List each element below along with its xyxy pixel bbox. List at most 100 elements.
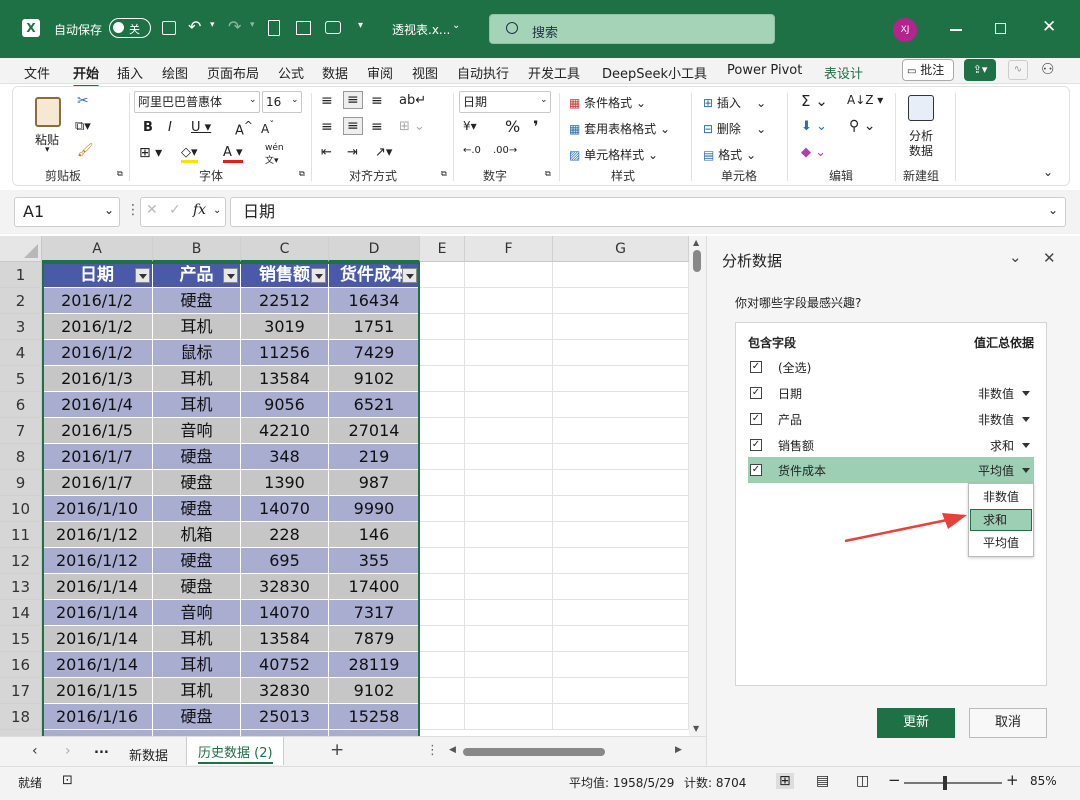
table-header-cell[interactable]: 货件成本 <box>329 262 420 288</box>
table-cell[interactable]: 40752 <box>241 652 329 678</box>
table-cell[interactable]: 2016/1/4 <box>42 392 153 418</box>
dropdown-option-average[interactable]: 平均值 <box>969 532 1033 554</box>
table-cell[interactable]: 硬盘 <box>153 444 241 470</box>
row-header[interactable]: 1 <box>0 262 42 288</box>
italic-icon[interactable]: I <box>168 120 172 135</box>
clipboard-launcher-icon[interactable]: ⧉ <box>117 169 123 179</box>
empty-cell[interactable] <box>553 548 689 574</box>
more-sheets[interactable]: ... <box>94 742 109 757</box>
row-header[interactable]: 6 <box>0 392 42 418</box>
row-header[interactable]: 8 <box>0 444 42 470</box>
save-icon[interactable] <box>162 21 176 35</box>
row-header[interactable]: 4 <box>0 340 42 366</box>
tab-formulas[interactable]: 公式 <box>278 63 304 82</box>
table-cell[interactable]: 1390 <box>241 470 329 496</box>
accessibility-icon[interactable]: ⊡ <box>62 773 73 788</box>
close-icon[interactable]: ✕ <box>1042 17 1056 37</box>
copy-icon[interactable]: ⧉▾ <box>75 119 91 134</box>
delete-cells-button[interactable]: ⊟ 删除 ⌄ <box>703 120 766 137</box>
empty-cell[interactable] <box>553 470 689 496</box>
empty-cell[interactable] <box>553 288 689 314</box>
cancel-button[interactable]: 取消 <box>969 708 1047 738</box>
empty-cell[interactable] <box>420 366 465 392</box>
field-row-shipping-cost[interactable]: ✓ 货件成本 平均值 <box>748 457 1034 483</box>
table-cell[interactable]: 14070 <box>241 600 329 626</box>
empty-cell[interactable] <box>465 496 553 522</box>
align-bottom-icon[interactable]: ≡ <box>371 93 383 109</box>
table-cell[interactable]: 2016/1/14 <box>42 626 153 652</box>
table-cell[interactable]: 42210 <box>241 418 329 444</box>
minimize-icon[interactable] <box>950 29 962 31</box>
empty-cell[interactable] <box>420 548 465 574</box>
find-select-icon[interactable]: ⚲ ⌄ <box>849 118 875 134</box>
drag-handle-icon[interactable]: ⋮ <box>126 202 140 218</box>
number-format-select[interactable]: 日期 <box>459 91 551 113</box>
empty-cell[interactable] <box>420 288 465 314</box>
table-cell[interactable]: 2016/1/16 <box>42 704 153 730</box>
table-cell[interactable]: 2016/1/14 <box>42 574 153 600</box>
currency-icon[interactable]: ¥▾ <box>463 119 477 133</box>
empty-cell[interactable] <box>553 418 689 444</box>
form-icon[interactable] <box>296 21 311 35</box>
table-cell[interactable]: 3019 <box>241 314 329 340</box>
empty-cell[interactable] <box>465 444 553 470</box>
table-cell[interactable]: 硬盘 <box>153 470 241 496</box>
checkbox-checked-icon[interactable]: ✓ <box>750 464 762 476</box>
align-left-icon[interactable]: ≡ <box>321 119 333 135</box>
empty-cell[interactable] <box>465 626 553 652</box>
orientation-icon[interactable]: ↗▾ <box>375 145 392 160</box>
filter-dropdown-icon[interactable] <box>311 268 326 283</box>
empty-cell[interactable] <box>420 314 465 340</box>
table-cell[interactable]: 耳机 <box>153 626 241 652</box>
zoom-in-button[interactable]: + <box>1006 771 1019 789</box>
format-cells-button[interactable]: ▤ 格式 ⌄ <box>703 146 756 163</box>
table-cell[interactable]: 硬盘 <box>153 288 241 314</box>
table-cell[interactable]: 硬盘 <box>153 574 241 600</box>
align-top-icon[interactable]: ≡ <box>321 93 333 109</box>
filter-dropdown-icon[interactable] <box>402 268 417 283</box>
empty-cell[interactable] <box>420 522 465 548</box>
tab-page-layout[interactable]: 页面布局 <box>207 63 259 82</box>
clear-icon[interactable]: ◆ ⌄ <box>801 145 826 160</box>
scroll-down-icon[interactable]: ▼ <box>693 724 699 733</box>
align-center-icon[interactable]: ≡ <box>343 117 363 135</box>
decrease-font-icon[interactable]: Aˇ <box>261 120 274 136</box>
table-cell[interactable]: 机箱 <box>153 522 241 548</box>
worksheet[interactable]: A B C D E F G 1 日期 产品 销售额 货件成本 2 2016/1/2 硬盘 225… <box>0 236 706 736</box>
row-header[interactable]: 15 <box>0 626 42 652</box>
autosave-toggle[interactable]: 关 <box>109 18 151 38</box>
format-painter-icon[interactable] <box>268 20 280 36</box>
empty-cell[interactable] <box>465 704 553 730</box>
table-cell[interactable]: 15258 <box>329 704 420 730</box>
table-cell[interactable]: 2016/1/5 <box>42 418 153 444</box>
row-header[interactable]: 12 <box>0 548 42 574</box>
percent-icon[interactable]: % <box>505 117 520 136</box>
table-cell[interactable]: 16434 <box>329 288 420 314</box>
decrease-decimal-icon[interactable]: .00→ <box>493 145 517 156</box>
row-header[interactable]: 7 <box>0 418 42 444</box>
tab-file[interactable]: 文件 <box>24 63 50 82</box>
row-header[interactable]: 5 <box>0 366 42 392</box>
analyze-data-icon[interactable] <box>908 95 934 121</box>
row-header[interactable]: 18 <box>0 704 42 730</box>
table-cell[interactable]: 219 <box>329 444 420 470</box>
empty-cell[interactable] <box>465 314 553 340</box>
table-cell[interactable]: 音响 <box>153 418 241 444</box>
scroll-right-icon[interactable]: ▶ <box>675 745 682 755</box>
empty-cell[interactable] <box>465 548 553 574</box>
table-cell[interactable]: 硬盘 <box>153 704 241 730</box>
table-cell[interactable]: 695 <box>241 548 329 574</box>
empty-cell[interactable] <box>465 574 553 600</box>
table-cell[interactable]: 2016/1/14 <box>42 652 153 678</box>
font-name-chevron-icon[interactable]: ⌄ <box>249 95 257 105</box>
table-header-cell[interactable]: 日期 <box>42 262 153 288</box>
undo-icon[interactable]: ↶ <box>188 17 201 36</box>
tab-developer[interactable]: 开发工具 <box>528 63 580 82</box>
summary-dropdown-icon[interactable] <box>1022 391 1030 396</box>
tab-review[interactable]: 审阅 <box>367 63 393 82</box>
paste-dropdown-icon[interactable]: ▾ <box>45 145 50 155</box>
tab-power-pivot[interactable]: Power Pivot <box>727 63 802 78</box>
field-summary[interactable]: 求和 <box>990 437 1014 454</box>
zoom-slider[interactable] <box>904 776 1002 790</box>
table-cell[interactable]: 2016/1/12 <box>42 522 153 548</box>
